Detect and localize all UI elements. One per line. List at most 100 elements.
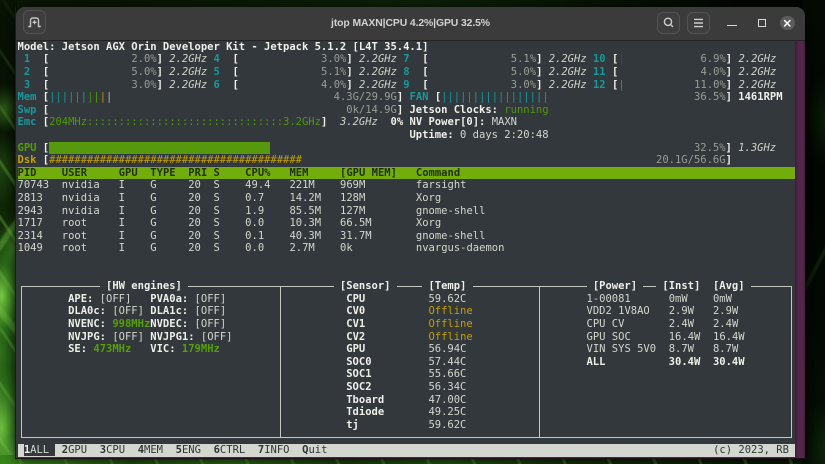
titlebar[interactable]: jtop MAXN|CPU 4.2%|GPU 32.5% (16, 7, 805, 41)
terminal-text-segment: [OFF] (195, 305, 227, 317)
minimize-button[interactable] (727, 25, 737, 27)
new-tab-button[interactable] (23, 10, 46, 34)
terminal-text-segment: [ (43, 79, 49, 91)
statusbar-item-ALL[interactable]: 1ALL (24, 444, 56, 456)
terminal-text-segment: 5.1% (511, 53, 536, 65)
terminal-text-segment: 0mW (713, 293, 732, 305)
menu-button[interactable] (687, 12, 710, 34)
terminal-text-segment: NVJPG: (68, 331, 106, 343)
terminal-text-segment: NVJPG1: (150, 331, 194, 343)
maximize-button[interactable] (758, 19, 766, 27)
terminal-text-segment: VDD2 1V8AO (587, 305, 650, 317)
terminal-text-segment: I (119, 217, 125, 229)
panel-content-row: NVENC: 998MHzNVDEC: [OFF] CV1 Offline CP… (18, 318, 796, 331)
terminal-text-segment: G (150, 230, 156, 242)
scrollbar[interactable] (795, 41, 805, 458)
terminal-text-segment: I (119, 205, 125, 217)
terminal-text-segment: NVDEC: (150, 318, 188, 330)
terminal-text-segment: 59.62C (428, 293, 466, 305)
uptime-line: Uptime: 0 days 2:20:48 (18, 129, 796, 142)
terminal-text-segment: 4.3G/29.9G (334, 91, 397, 103)
terminal-text-segment: ALL (586, 356, 605, 368)
panel-content-row: Tboard 47.00C (18, 394, 796, 407)
terminal-text-segment: nvidia (62, 179, 100, 191)
terminal-text-segment: 20 (188, 205, 201, 217)
hamburger-menu-icon (688, 13, 709, 33)
terminal-text-segment: 31.7M (340, 230, 372, 242)
terminal-text-segment: [GPU MEM] (340, 167, 397, 179)
terminal-text-segment: 2.9W (713, 305, 738, 317)
terminal-text-segment: 16.4W (713, 331, 745, 343)
statusbar-item-CTRL[interactable]: 6CTRL (214, 444, 246, 456)
terminal-text-segment: root (62, 230, 87, 242)
terminal-text-segment: gnome-shell (416, 230, 486, 242)
terminal-window: jtop MAXN|CPU 4.2%|GPU 32.5% (16, 7, 805, 458)
statusbar-item-CPU[interactable]: 3CPU (100, 444, 125, 456)
terminal-text-segment: [Inst] (656, 280, 707, 292)
process-row: 1049 root I G 20 S 0.0 2.7M 0k nvargus-d… (18, 242, 796, 255)
terminal-text-segment: [ (233, 79, 239, 91)
terminal-text-segment: 8.7W (669, 343, 694, 355)
statusbar-item-ENG[interactable]: 5ENG (176, 444, 201, 456)
terminal-text-segment: Jetson Clocks: (409, 104, 498, 116)
terminal-text-segment: Dsk (18, 154, 37, 166)
statusbar-item-MEM[interactable]: 4MEM (138, 444, 163, 456)
terminal-text-segment: ] (726, 91, 732, 103)
terminal-text-segment: VIN SYS 5V0 (587, 343, 657, 355)
statusbar-item-uit[interactable]: Quit (302, 444, 327, 456)
terminal-text-segment: 473MHz (93, 343, 131, 355)
terminal-text-segment: ] (346, 66, 352, 78)
terminal-text-segment: S (214, 179, 220, 191)
terminal-text-segment: 1049 (18, 242, 43, 254)
terminal-text-segment: 0mW (669, 293, 688, 305)
terminal-text-segment: 8.7W (713, 343, 738, 355)
mem-fan-line: Mem [|||||||||| 4.3G/29.9G] FAN [|||||||… (18, 91, 796, 104)
terminal-text-segment: SOC0 (346, 356, 371, 368)
dsk-line: Dsk [###################################… (18, 154, 796, 167)
terminal-text-segment: 6.9% (700, 53, 725, 65)
panel-content-row: SOC0 57.44C ALL 30.4W 30.4W (18, 356, 796, 369)
terminal-text-segment: PID (18, 167, 37, 179)
terminal-text-segment: [Sensor] (334, 280, 397, 292)
terminal-text-segment: 49.4 (245, 179, 270, 191)
terminal-text-segment: 11.0% (694, 79, 726, 91)
terminal-text-segment: 20 (188, 192, 201, 204)
terminal-text-segment: 2.2GHz (549, 79, 587, 91)
terminal-text-segment: ] (397, 91, 403, 103)
terminal-text-segment: ] (536, 79, 542, 91)
terminal-text-segment: nvargus-daemon (416, 242, 505, 254)
statusbar-item-INFO[interactable]: 7INFO (258, 444, 290, 456)
terminal-text-segment: 2.2GHz (359, 53, 397, 65)
terminal-text-segment: 57.44C (428, 356, 466, 368)
terminal-text-segment: 2.0% (131, 53, 156, 65)
terminal-text-segment: Emc (18, 116, 37, 128)
gpu-line: GPU [ 32.5%] 1.3GHz (18, 142, 796, 155)
terminal-text-segment: 14.2M (289, 192, 321, 204)
terminal-text-segment: 66.5M (340, 217, 372, 229)
terminal-text-segment: 56.94C (428, 343, 466, 355)
terminal-text-segment: DLA0c: (68, 305, 106, 317)
panel-content-row: Tdiode 49.25C (18, 406, 796, 419)
terminal-text-segment: 2.2GHz (738, 79, 776, 91)
terminal-screen[interactable]: Model: Jetson AGX Orin Developer Kit - J… (18, 41, 796, 457)
terminal-text-segment: SOC2 (346, 381, 371, 393)
terminal-text-segment: 10.3M (289, 217, 321, 229)
terminal-text-segment: 1-00081 (587, 293, 631, 305)
terminal-text-segment: 3.0% (321, 53, 346, 65)
terminal-text-segment: [ (422, 79, 428, 91)
terminal-text-segment: tj (346, 419, 359, 431)
terminal-text-segment: S (214, 192, 220, 204)
terminal-text-segment: 2.2GHz (169, 53, 207, 65)
terminal-text-segment: [OFF] (195, 293, 227, 305)
terminal-text-segment: 5.0% (131, 66, 156, 78)
terminal-text-segment: 20 (188, 217, 201, 229)
terminal-text-segment: G (150, 217, 156, 229)
terminal-text-segment: ] (157, 53, 163, 65)
terminal-text-segment: I (119, 242, 125, 254)
statusbar-item-GPU[interactable]: 2GPU (62, 444, 87, 456)
terminal-text-segment: CV2 (346, 331, 365, 343)
search-button[interactable] (657, 12, 680, 34)
close-button[interactable] (780, 16, 795, 31)
terminal-text-segment: 40.3M (289, 230, 321, 242)
terminal-text-segment: 10 (593, 53, 606, 65)
